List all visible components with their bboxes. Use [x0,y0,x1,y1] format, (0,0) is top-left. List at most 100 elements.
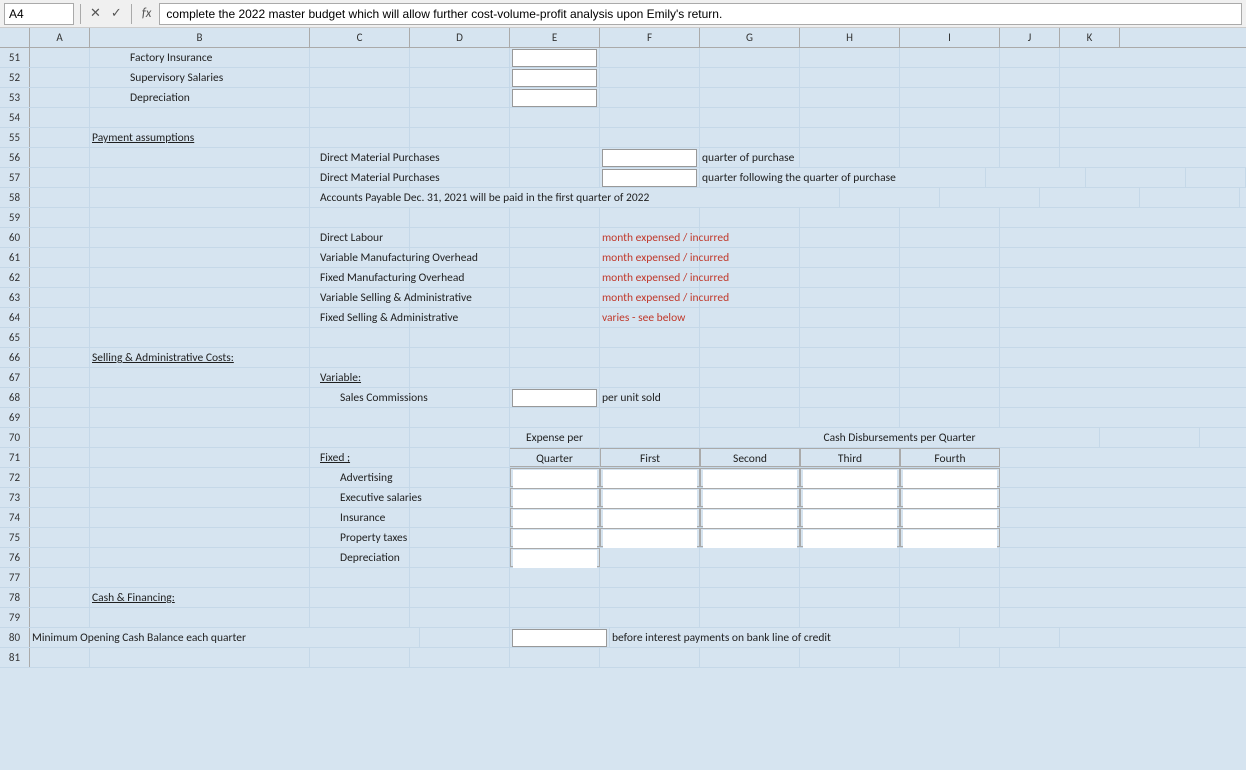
col-header-g[interactable]: G [700,28,800,47]
row-56: 56 Direct Material Purchases quarter of … [0,148,1246,168]
cell-reference-box[interactable]: A4 [4,3,74,25]
rownum-72: 72 [0,468,30,487]
cell-c64: Fixed Selling & Administrative [310,308,410,327]
cell-e65 [510,328,600,347]
cell-i74-input[interactable] [900,508,1000,527]
cell-c79 [310,608,410,627]
cell-e53[interactable] [510,88,600,107]
rownum-67: 67 [0,368,30,387]
col-header-h[interactable]: H [800,28,900,47]
cell-a56 [30,148,90,167]
cell-h62 [800,268,900,287]
fx-label: fx [138,6,156,21]
cell-i73-input[interactable] [900,488,1000,507]
cell-i54 [900,108,1000,127]
cancel-icon[interactable]: ✕ [87,6,104,21]
cell-i72-input[interactable] [900,468,1000,487]
cell-b54 [90,108,310,127]
cell-h52 [800,68,900,87]
cell-b75 [90,528,310,547]
col-header-k[interactable]: K [1060,28,1120,47]
cell-f73-input[interactable] [600,488,700,507]
cell-c55 [310,128,410,147]
cell-b69 [90,408,310,427]
cell-d60 [410,228,510,247]
cell-f80-input[interactable] [510,628,610,647]
cell-a77 [30,568,90,587]
cell-h74-input[interactable] [800,508,900,527]
rownum-64: 64 [0,308,30,327]
cell-b81 [90,648,310,667]
col-header-a[interactable]: A [30,28,90,47]
cell-c67: Variable: [310,368,410,387]
cell-e75-input[interactable] [510,528,600,547]
cell-e51[interactable] [510,48,600,67]
row-57: 57 Direct Material Purchases quarter fol… [0,168,1246,188]
cell-a71 [30,448,90,467]
cell-b76 [90,548,310,567]
row-75: 75 Property taxes [0,528,1246,548]
rownum-69: 69 [0,408,30,427]
cell-c56: Direct Material Purchases [310,148,410,167]
cell-j52 [1000,68,1060,87]
col-header-e[interactable]: E [510,28,600,47]
cell-e71: Quarter [510,448,600,467]
cell-i76 [900,548,1000,567]
cell-f61: month expensed / incurred [600,248,700,267]
cell-g72-input[interactable] [700,468,800,487]
col-header-f[interactable]: F [600,28,700,47]
cell-h56 [800,148,900,167]
formula-input[interactable]: complete the 2022 master budget which wi… [159,3,1242,25]
cell-h73-input[interactable] [800,488,900,507]
cell-i75-input[interactable] [900,528,1000,547]
cell-b77 [90,568,310,587]
cell-i68 [900,388,1000,407]
cell-e76-input[interactable] [510,548,600,567]
formula-bar-divider2 [131,4,132,24]
cell-e78 [510,588,600,607]
cell-a60 [30,228,90,247]
cell-d64 [410,308,510,327]
cell-h57 [986,168,1086,187]
rownum-77: 77 [0,568,30,587]
cell-i55 [900,128,1000,147]
col-header-j[interactable]: J [1000,28,1060,47]
col-header-i[interactable]: I [900,28,1000,47]
cell-e66 [510,348,600,367]
cell-e68-input[interactable] [510,388,600,407]
cell-e73-input[interactable] [510,488,600,507]
rownum-58: 58 [0,188,30,207]
cell-f75-input[interactable] [600,528,700,547]
cell-h72-input[interactable] [800,468,900,487]
cell-e74-input[interactable] [510,508,600,527]
cell-i52 [900,68,1000,87]
cell-c51 [310,48,410,67]
cell-c65 [310,328,410,347]
cell-d76 [410,548,510,567]
cell-a65 [30,328,90,347]
cell-h75-input[interactable] [800,528,900,547]
col-header-d[interactable]: D [410,28,510,47]
col-header-c[interactable]: C [310,28,410,47]
col-header-b[interactable]: B [90,28,310,47]
confirm-icon[interactable]: ✓ [108,6,125,21]
cell-i57 [1086,168,1186,187]
cell-h51 [800,48,900,67]
cell-f72-input[interactable] [600,468,700,487]
cell-a57 [30,168,90,187]
cell-e52[interactable] [510,68,600,87]
cell-e61 [510,248,600,267]
cell-c60: Direct Labour [310,228,410,247]
cell-f57-input[interactable] [600,168,700,187]
cell-d79 [410,608,510,627]
cell-g75-input[interactable] [700,528,800,547]
cell-f74-input[interactable] [600,508,700,527]
cell-d73 [410,488,510,507]
rownum-51: 51 [0,48,30,67]
cell-e72-input[interactable] [510,468,600,487]
cell-f64: varies - see below [600,308,700,327]
cell-g74-input[interactable] [700,508,800,527]
rownum-52: 52 [0,68,30,87]
cell-g73-input[interactable] [700,488,800,507]
cell-f56-input[interactable] [600,148,700,167]
